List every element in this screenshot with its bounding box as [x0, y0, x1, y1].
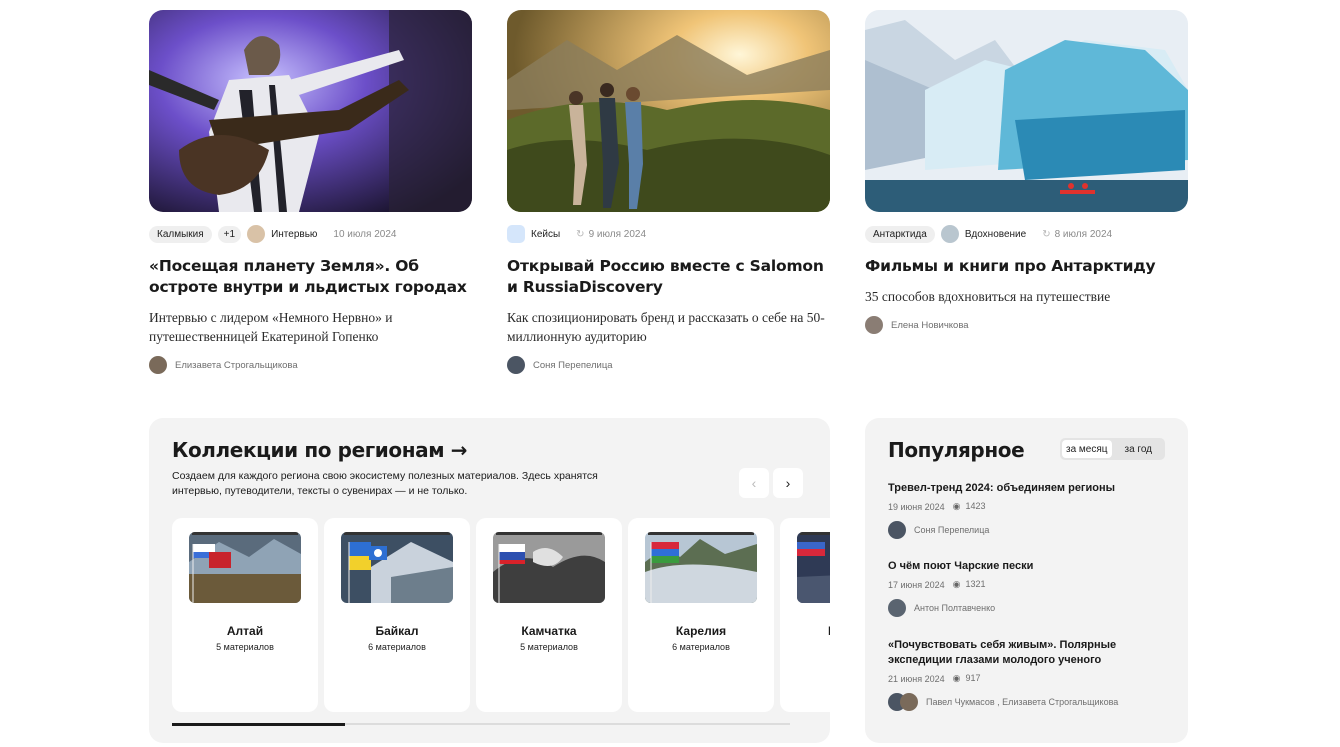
region-thumbnail — [189, 532, 301, 603]
article-title[interactable]: Открывай Россию вместе с Salomon и Russi… — [507, 256, 830, 298]
avatar — [888, 521, 906, 539]
period-toggle: за месяц за год — [1060, 438, 1165, 460]
region-card-karelia[interactable]: Карелия 6 материалов — [628, 518, 774, 712]
publish-date: 10 июля 2024 — [333, 228, 397, 240]
author-name[interactable]: Антон Полтавченко — [914, 603, 995, 613]
avatar-group — [888, 693, 918, 711]
tab-year[interactable]: за год — [1114, 440, 1164, 458]
author-name[interactable]: Елизавета Строгальщикова — [175, 360, 298, 371]
rubric-icon — [247, 225, 266, 243]
region-card-baikal[interactable]: Байкал 6 материалов — [324, 518, 470, 712]
popular-item-title[interactable]: Тревел-тренд 2024: объединяем регионы — [888, 481, 1168, 496]
article-title[interactable]: «Посещая планету Земля». Об остроте внут… — [149, 256, 472, 298]
collections-title-link[interactable]: Коллекции по регионам → — [172, 438, 468, 462]
region-count: 5 материалов — [520, 642, 578, 652]
popular-item[interactable]: О чём поют Чарские пески 17 июня 2024 13… — [888, 559, 1168, 617]
more-tags-badge[interactable]: +1 — [217, 225, 242, 243]
author-name[interactable]: Елена Новичкова — [891, 320, 969, 331]
article-card[interactable]: Калмыкия +1 Интервью 10 июля 2024 «Посещ… — [149, 10, 472, 374]
region-name: Камчатка — [521, 624, 577, 638]
view-count: 917 — [953, 673, 981, 684]
popular-item[interactable]: Тревел-тренд 2024: объединяем регионы 19… — [888, 481, 1168, 539]
region-thumbnail — [341, 532, 453, 603]
rubric-label[interactable]: Вдохновение — [965, 229, 1026, 240]
region-tag[interactable]: Антарктида — [865, 225, 935, 243]
carousel-scrollbar[interactable] — [172, 722, 790, 726]
avatar — [149, 356, 167, 374]
region-name: Алтай — [226, 624, 264, 638]
article-cover-image[interactable] — [507, 10, 830, 212]
article-lead: Интервью с лидером «Немного Нервно» и пу… — [149, 310, 393, 344]
collections-panel: Коллекции по регионам → Создаем для кажд… — [149, 418, 830, 743]
article-card[interactable]: Антарктида Вдохновение 8 июля 2024 Фильм… — [865, 10, 1188, 334]
avatar — [900, 693, 918, 711]
author-name[interactable]: Соня Перепелица — [914, 525, 989, 535]
author-name[interactable]: Павел Чукмасов , Елизавета Строгальщиков… — [926, 697, 1118, 707]
article-lead: 35 способов вдохновиться на путешествие — [865, 289, 1111, 304]
region-carousel[interactable]: Алтай 5 материалов Байкал 6 материалов К… — [172, 518, 830, 712]
popular-item-date: 17 июня 2024 — [888, 579, 945, 590]
popular-item-date: 21 июня 2024 — [888, 673, 945, 684]
publish-date: 8 июля 2024 — [1042, 229, 1112, 240]
view-count: 1423 — [953, 501, 986, 512]
article-lead: Как спозиционировать бренд и рассказать … — [507, 310, 825, 344]
rubric-icon — [940, 225, 959, 243]
region-name: Карелия — [675, 624, 727, 638]
region-name: Байкал — [375, 624, 419, 638]
folder-icon — [507, 225, 525, 243]
author-name[interactable]: Соня Перепелица — [533, 360, 613, 371]
publish-date: 9 июля 2024 — [576, 229, 646, 240]
region-thumbnail — [645, 532, 757, 603]
popular-item[interactable]: «Почувствовать себя живым». Полярные экс… — [888, 638, 1168, 711]
popular-item-title[interactable]: «Почувствовать себя живым». Полярные экс… — [888, 638, 1168, 668]
region-tag[interactable]: Калмыкия — [149, 225, 212, 243]
region-card-altai[interactable]: Алтай 5 материалов — [172, 518, 318, 712]
region-thumbnail — [797, 532, 830, 603]
region-count: 5 материалов — [216, 642, 274, 652]
region-count: 6 материалов — [368, 642, 426, 652]
avatar — [888, 599, 906, 617]
region-name: Н — [828, 624, 830, 638]
next-button[interactable]: › — [773, 468, 803, 498]
article-cover-image[interactable] — [149, 10, 472, 212]
chevron-right-icon: › — [785, 475, 791, 491]
article-title[interactable]: Фильмы и книги про Антарктиду — [865, 256, 1188, 277]
view-count: 1321 — [953, 579, 986, 590]
popular-item-title[interactable]: О чём поют Чарские пески — [888, 559, 1168, 574]
region-card[interactable]: Н 6 — [780, 518, 830, 712]
popular-title: Популярное — [888, 438, 1025, 462]
region-card-kamchatka[interactable]: Камчатка 5 материалов — [476, 518, 622, 712]
article-cover-image[interactable] — [865, 10, 1188, 212]
avatar — [507, 356, 525, 374]
avatar — [865, 316, 883, 334]
chevron-left-icon: ‹ — [751, 475, 757, 491]
rubric-label[interactable]: Интервью — [271, 229, 317, 240]
article-card[interactable]: Кейсы 9 июля 2024 Открывай Россию вместе… — [507, 10, 830, 374]
rubric-label[interactable]: Кейсы — [531, 229, 560, 240]
popular-item-date: 19 июня 2024 — [888, 501, 945, 512]
tab-month[interactable]: за месяц — [1062, 440, 1112, 458]
collections-description: Создаем для каждого региона свою экосист… — [172, 470, 598, 497]
region-count: 6 материалов — [672, 642, 730, 652]
region-thumbnail — [493, 532, 605, 603]
popular-panel: Популярное за месяц за год Тревел-тренд … — [865, 418, 1188, 743]
prev-button[interactable]: ‹ — [739, 468, 769, 498]
scrollbar-thumb[interactable] — [172, 722, 346, 726]
